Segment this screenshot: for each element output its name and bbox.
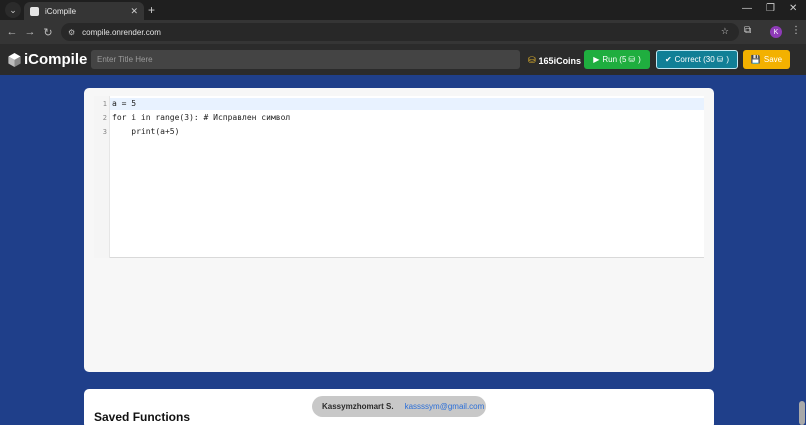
url-text: compile.onrender.com: [82, 27, 161, 37]
profile-avatar[interactable]: K: [770, 26, 782, 38]
scrollbar-thumb[interactable]: [799, 401, 805, 425]
active-line-highlight: [110, 98, 704, 110]
editor-card: 1 2 3 a = 5 for i in range(3): # Исправл…: [84, 88, 714, 372]
play-icon: ▶: [593, 55, 600, 64]
cube-logo-icon: [8, 52, 21, 67]
back-icon[interactable]: ←: [3, 26, 21, 38]
browser-menu-icon[interactable]: ⋮: [791, 25, 801, 36]
coin-balance: ⛁ 165iCoins: [528, 55, 581, 66]
browser-toolbar: ← → ↻ ⚙ compile.onrender.com ☆ ⧉: [0, 20, 806, 44]
minimize-icon[interactable]: —: [742, 3, 752, 14]
author-email-link[interactable]: kassssym@gmail.com: [405, 402, 485, 411]
correct-label: Correct (30: [674, 55, 715, 64]
reload-icon[interactable]: ↻: [39, 26, 57, 39]
favicon-icon: [30, 6, 39, 16]
line-number: 1: [102, 100, 107, 108]
line-number: 3: [102, 128, 107, 136]
coin-icon: ⛁: [716, 55, 724, 64]
code-line[interactable]: for i in range(3): # Исправлен символ: [112, 113, 290, 122]
author-name: Kassymzhomart S.: [322, 402, 394, 411]
save-label: Save: [763, 55, 783, 64]
run-label: Run (5: [602, 55, 627, 64]
new-tab-icon[interactable]: +: [148, 3, 155, 17]
code-editor[interactable]: 1 2 3 a = 5 for i in range(3): # Исправл…: [94, 96, 704, 258]
forward-icon[interactable]: →: [21, 26, 39, 38]
check-icon: ✔: [664, 55, 672, 64]
correct-button[interactable]: ✔ Correct (30 ⛁ ): [656, 50, 738, 69]
code-line[interactable]: a = 5: [112, 99, 136, 108]
logo-text: iCompile: [24, 51, 88, 68]
bookmark-star-icon[interactable]: ☆: [721, 26, 729, 37]
close-window-icon[interactable]: ✕: [789, 3, 797, 14]
code-line[interactable]: print(a+5): [112, 127, 179, 136]
author-pill: Kassymzhomart S. kassssym@gmail.com: [312, 396, 486, 417]
saved-functions-title: Saved Functions: [94, 410, 191, 424]
title-input[interactable]: [91, 50, 520, 69]
run-label-suffix: ): [638, 55, 641, 64]
browser-tab-bar: ⌄ iCompile ✕ + — ❐ ✕: [0, 0, 806, 20]
app-navbar: iCompile ⛁ 165iCoins ▶ Run (5 ⛁ ) ✔ Corr…: [0, 44, 806, 75]
coin-count: 165iCoins: [538, 55, 582, 66]
site-info-icon[interactable]: ⚙: [68, 28, 75, 37]
coins-icon: ⛁: [528, 55, 536, 65]
output-panel: [84, 252, 714, 372]
floppy-disk-icon: 💾: [750, 55, 761, 64]
extensions-icon[interactable]: ⧉: [744, 25, 751, 36]
save-button[interactable]: 💾 Save: [743, 50, 790, 69]
correct-label-suffix: ): [726, 55, 730, 64]
tab-title: iCompile: [45, 6, 77, 16]
run-button[interactable]: ▶ Run (5 ⛁ ): [584, 50, 650, 69]
browser-tab[interactable]: iCompile ✕: [24, 2, 144, 20]
restore-icon[interactable]: ❐: [766, 3, 775, 14]
line-number-gutter: 1 2 3: [94, 96, 110, 258]
page-scrollbar[interactable]: [798, 75, 806, 425]
address-bar[interactable]: ⚙ compile.onrender.com ☆: [61, 23, 739, 41]
tab-close-icon[interactable]: ✕: [130, 6, 138, 17]
coin-icon: ⛁: [628, 55, 636, 64]
line-number: 2: [102, 114, 107, 122]
app-logo[interactable]: iCompile: [8, 51, 87, 68]
tab-search-icon[interactable]: ⌄: [5, 2, 21, 18]
